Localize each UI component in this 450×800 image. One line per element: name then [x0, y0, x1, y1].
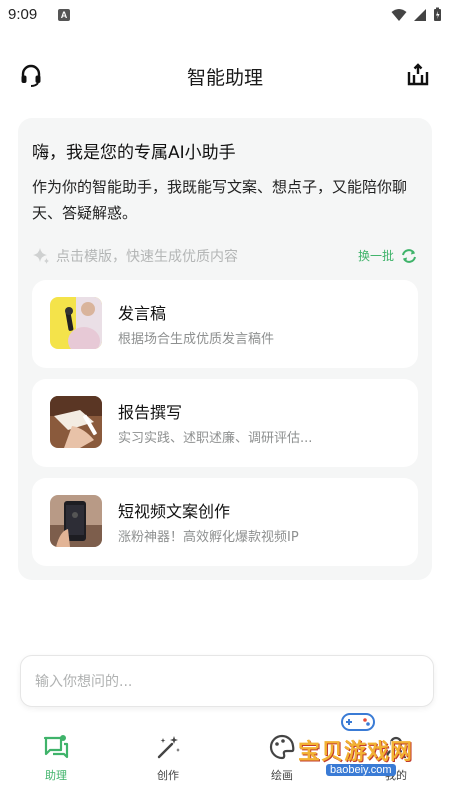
status-bar: 9:09 A: [0, 0, 450, 32]
refresh-label: 换一批: [357, 249, 394, 263]
watermark-text: 宝贝游戏网: [298, 740, 414, 765]
template-card-report[interactable]: 报告撰写 实习实践、述职述廉、调研评估...: [32, 379, 418, 467]
status-icons: [391, 7, 442, 22]
assistant-card: 嗨，我是您的专属AI小助手 作为你的智能助手，我既能写文案、想点子，又能陪你聊天…: [18, 118, 432, 580]
nav-item-create[interactable]: 创作: [128, 733, 208, 783]
sparkle-icon: [33, 248, 49, 264]
intro-text: 作为你的智能助手，我既能写文案、想点子，又能陪你聊天、答疑解惑。: [32, 178, 408, 222]
nav-label: 创作: [157, 769, 179, 782]
refresh-icon: [402, 248, 416, 263]
greeting-text: 嗨，我是您的专属AI小助手: [32, 143, 236, 163]
template-thumbnail: [50, 396, 102, 448]
template-hint-text: 点击模版，快速生成优质内容: [56, 249, 238, 265]
refresh-button[interactable]: 换一批: [358, 247, 418, 264]
wifi-icon: [391, 8, 407, 21]
template-card-video[interactable]: 短视频文案创作 涨粉神器！高效孵化爆款视频IP: [32, 478, 418, 566]
app-header: 智能助理: [0, 50, 450, 100]
watermark-url: baobeiy.com: [326, 764, 396, 776]
template-title: 发言稿: [118, 304, 167, 323]
template-thumbnail: [50, 297, 102, 349]
template-thumbnail: [50, 495, 102, 547]
notification-icon: A: [58, 9, 70, 21]
template-desc: 实习实践、述职述廉、调研评估...: [118, 431, 313, 446]
nav-label: 助理: [45, 769, 67, 782]
template-title: 短视频文案创作: [118, 502, 231, 521]
nav-item-assistant[interactable]: 助理: [16, 733, 96, 783]
template-card-speech[interactable]: 发言稿 根据场合生成优质发言稿件: [32, 280, 418, 368]
chat-input[interactable]: [35, 670, 415, 694]
signal-icon: [414, 8, 426, 21]
status-time: 9:09: [8, 6, 38, 23]
template-hint: 点击模版，快速生成优质内容: [32, 245, 238, 267]
template-title: 报告撰写: [118, 403, 183, 422]
share-icon[interactable]: [406, 62, 430, 88]
page-title: 智能助理: [186, 67, 263, 89]
watermark: 宝贝游戏网 baobeiy.com: [288, 712, 428, 782]
template-desc: 根据场合生成优质发言稿件: [118, 332, 275, 347]
magic-wand-icon: [157, 736, 180, 759]
chat-bubble-icon: [43, 735, 69, 759]
template-desc: 涨粉神器！高效孵化爆款视频IP: [118, 530, 299, 545]
gamepad-icon: [341, 713, 375, 731]
battery-icon: [434, 7, 441, 21]
chat-input-box: [20, 655, 434, 707]
